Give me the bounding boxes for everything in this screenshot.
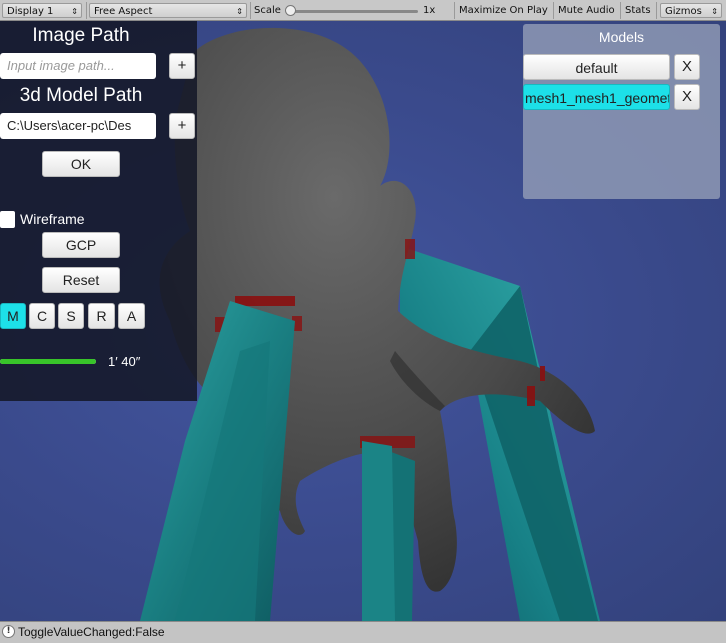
wireframe-checkbox[interactable] <box>0 211 15 228</box>
toolbar-divider <box>620 2 621 19</box>
display-dropdown[interactable]: Display 1 ⇕ <box>2 3 82 18</box>
mode-button-s[interactable]: S <box>58 303 84 329</box>
image-path-input[interactable]: Input image path... <box>0 53 156 79</box>
model-item-default[interactable]: default <box>523 54 670 80</box>
mode-button-r[interactable]: R <box>88 303 115 329</box>
stats-toggle[interactable]: Stats <box>625 3 651 18</box>
reset-button[interactable]: Reset <box>42 267 120 293</box>
toolbar-divider <box>656 2 657 19</box>
scale-slider-thumb[interactable] <box>285 5 296 16</box>
status-message: ToggleValueChanged:False <box>18 625 165 639</box>
display-label: Display 1 <box>7 6 54 17</box>
toolbar-divider <box>250 2 251 19</box>
game-view-toolbar: Display 1 ⇕ Free Aspect ⇕ Scale 1x Maxim… <box>0 0 726 21</box>
mode-button-a[interactable]: A <box>118 303 145 329</box>
ok-button[interactable]: OK <box>42 151 120 177</box>
models-title: Models <box>598 29 645 45</box>
toolbar-divider <box>454 2 455 19</box>
add-model-button[interactable]: + <box>169 113 195 139</box>
progress-bar <box>0 359 96 364</box>
remove-model-button[interactable]: X <box>674 84 700 110</box>
dropdown-arrow-icon: ⇕ <box>236 7 243 16</box>
models-panel: Models default X mesh1_mesh1_geomet X <box>523 24 720 199</box>
gizmos-label: Gizmos <box>665 6 702 17</box>
aspect-dropdown[interactable]: Free Aspect ⇕ <box>89 3 247 18</box>
control-panel: Image Path Input image path... + 3d Mode… <box>0 21 197 401</box>
dropdown-arrow-icon: ⇕ <box>71 7 78 16</box>
mode-button-m[interactable]: M <box>0 303 26 329</box>
model-item-mesh1[interactable]: mesh1_mesh1_geomet <box>523 84 670 110</box>
remove-model-button[interactable]: X <box>674 54 700 80</box>
image-path-title: Image Path <box>32 25 130 46</box>
aspect-label: Free Aspect <box>94 6 153 17</box>
scale-value: 1x <box>423 5 436 16</box>
wireframe-label: Wireframe <box>20 211 85 227</box>
dropdown-arrow-icon: ⇕ <box>711 7 718 16</box>
add-image-button[interactable]: + <box>169 53 195 79</box>
mesh-pillar-center-face <box>362 441 395 621</box>
scale-slider-track[interactable] <box>290 10 418 13</box>
timer-readout: 1′ 40″ <box>108 354 141 369</box>
scale-label: Scale <box>254 5 281 16</box>
progress-fill <box>0 359 96 364</box>
model-path-input[interactable]: C:\Users\acer-pc\Des <box>0 113 156 139</box>
model-path-title: 3d Model Path <box>19 85 143 106</box>
gcp-button[interactable]: GCP <box>42 232 120 258</box>
info-icon: ! <box>2 625 15 638</box>
mute-audio-toggle[interactable]: Mute Audio <box>558 3 615 18</box>
maximize-on-play-toggle[interactable]: Maximize On Play <box>459 3 548 18</box>
toolbar-divider <box>86 2 87 19</box>
toolbar-divider <box>553 2 554 19</box>
gizmos-dropdown[interactable]: Gizmos ⇕ <box>660 3 722 18</box>
mode-button-c[interactable]: C <box>29 303 55 329</box>
status-bar: ! ToggleValueChanged:False <box>0 621 726 643</box>
